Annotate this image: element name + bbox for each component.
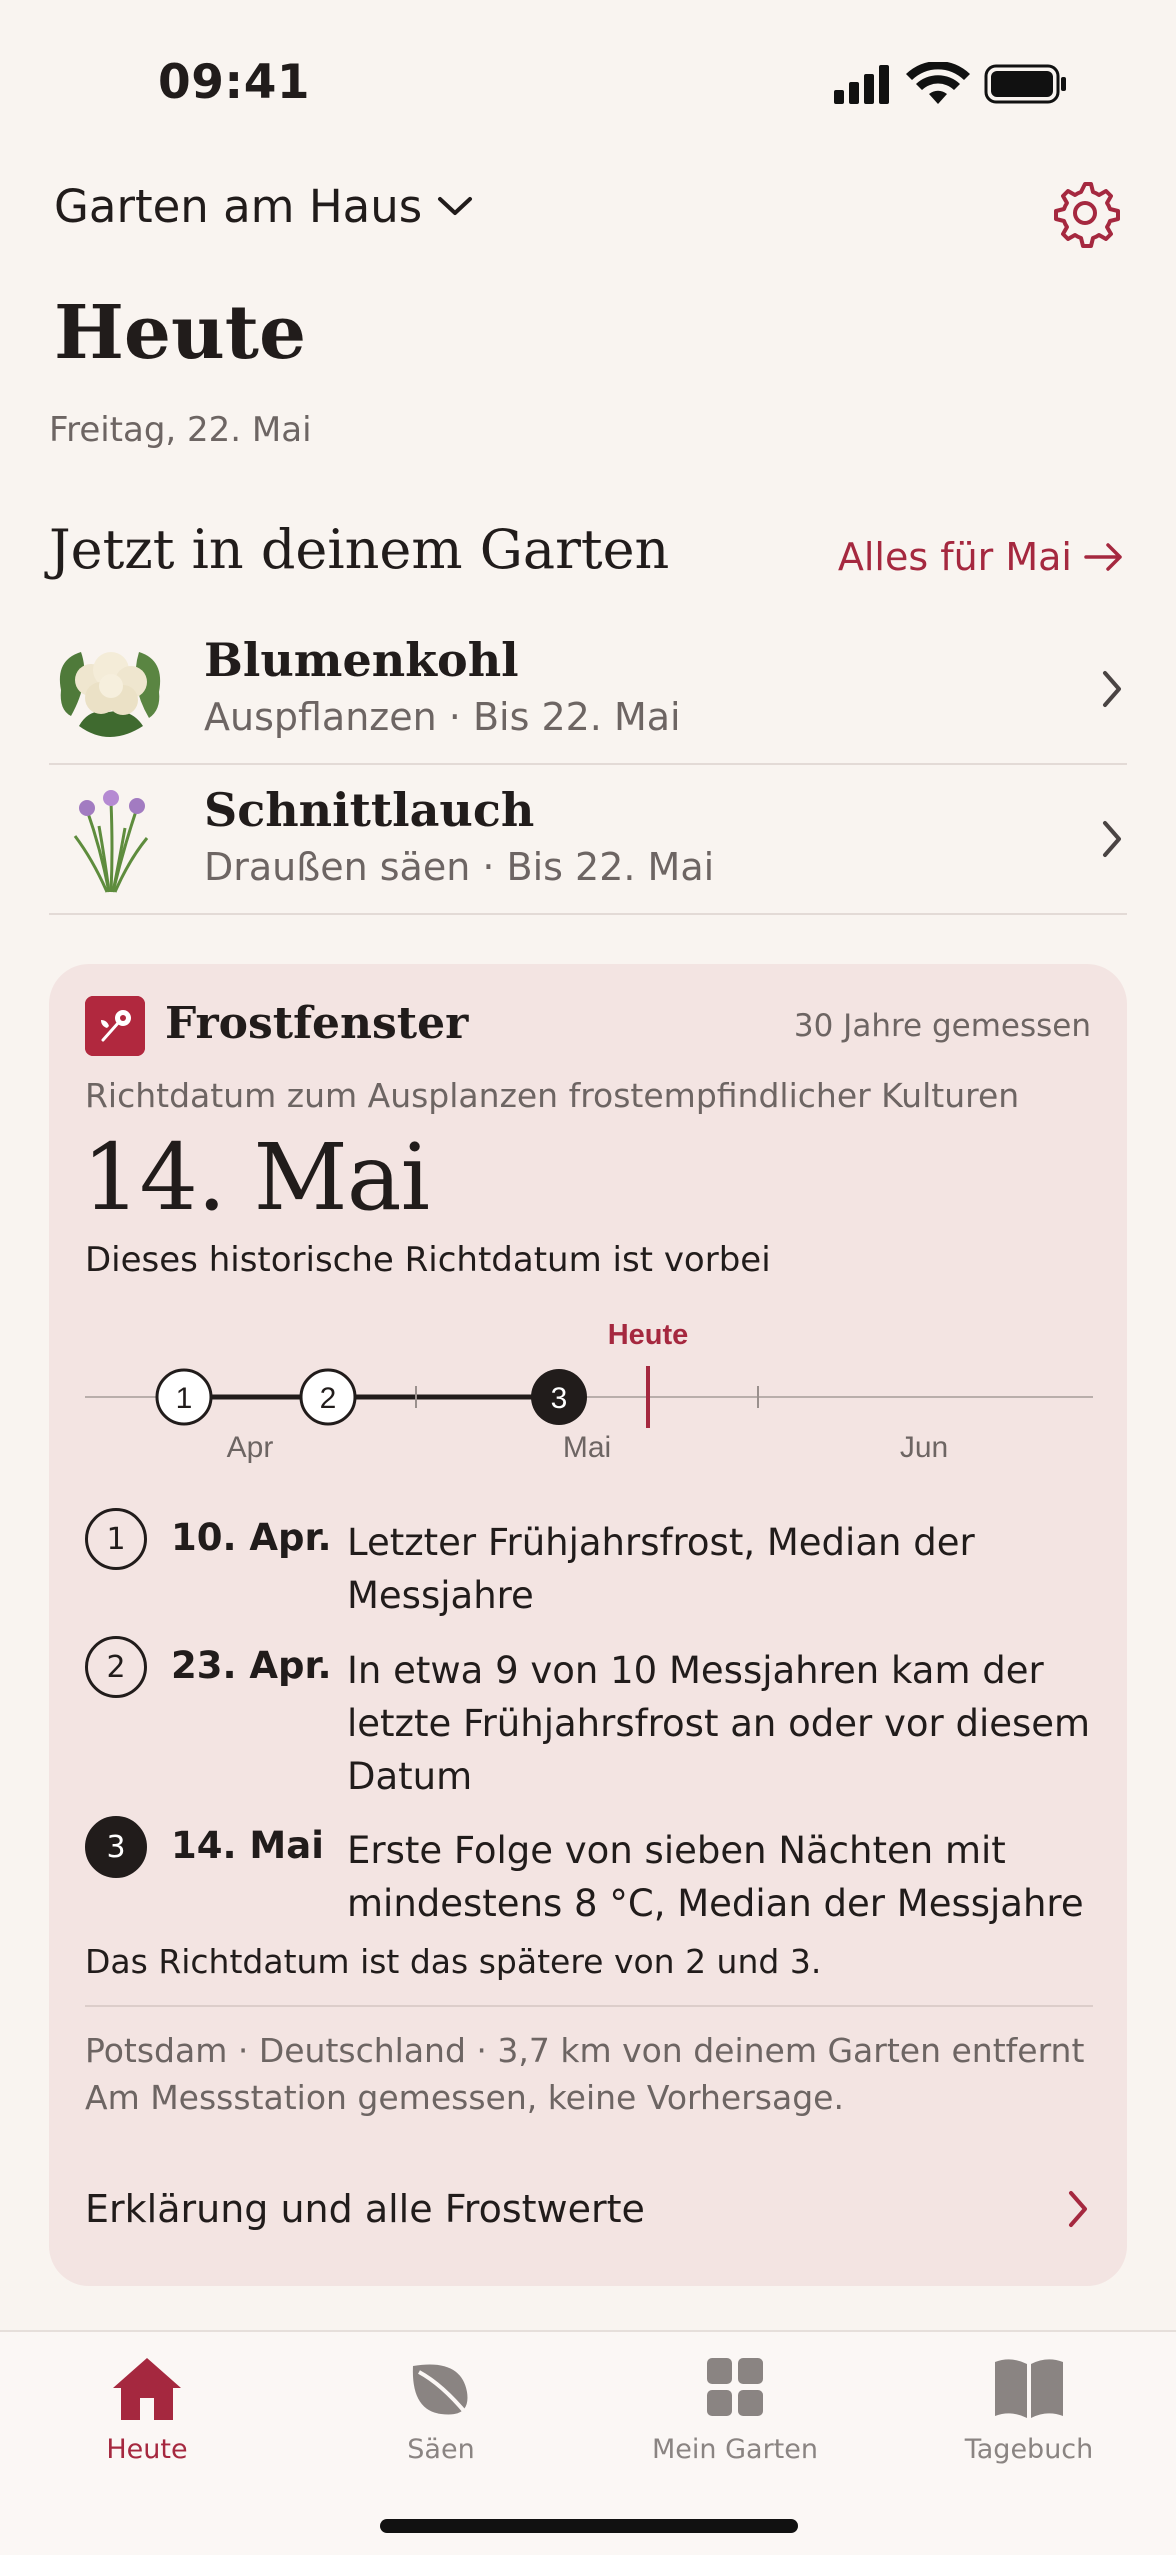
cauliflower-icon [59,652,161,737]
status-icons [834,62,1066,104]
crop-detail: Auspflanzen · Bis 22. Mai [204,695,681,739]
month-label-jun: Jun [900,1431,948,1464]
seedling-icon [85,996,145,1056]
tab-heute[interactable]: Heute [0,2352,294,2465]
svg-text:2: 2 [320,1382,337,1415]
garden-selector[interactable]: Garten am Haus [54,180,474,233]
legend-date: 23. Apr. [171,1644,332,1687]
crop-item-schnittlauch[interactable]: Schnittlauch Draußen säen · Bis 22. Mai [49,765,1127,915]
chives-icon [73,790,149,893]
status-bar: 09:41 [0,0,1176,150]
signal-icon [834,65,889,104]
frost-note: Das Richtdatum ist das spätere von 2 und… [85,1942,822,1981]
frost-source: Potsdam · Deutschland · 3,7 km von deine… [85,2027,1084,2121]
book-icon [995,2359,1063,2418]
tab-label: Säen [407,2434,475,2465]
battery-icon [984,64,1066,104]
frost-description: Richtdatum zum Ausplanzen frostempfindli… [85,1076,1020,1115]
chevron-right-icon [1103,821,1121,857]
gear-icon[interactable] [1050,178,1120,248]
frost-years-label: 30 Jahre gemessen [793,1008,1091,1044]
tab-label: Heute [106,2434,188,2465]
frost-explanation-button[interactable]: Erklärung und alle Frostwerte [85,2179,1093,2239]
legend-text: In etwa 9 von 10 Messjahren kam der letz… [347,1649,1091,1798]
legend-number: 2 [85,1636,147,1698]
crop-name: Schnittlauch [204,783,535,837]
frost-target-date: 14. Mai [82,1124,430,1231]
legend-text: Erste Folge von sieben Nächten mit minde… [347,1829,1084,1925]
legend-number: 3 [85,1816,147,1878]
legend-text: Letzter Frühjahrsfrost, Median der Messj… [347,1521,975,1617]
tab-tagebuch[interactable]: Tagebuch [882,2352,1176,2465]
timeline-marker-2: 2 [299,1368,357,1426]
frost-title: Frostfenster [165,998,469,1049]
frost-timeline: Heute 1 2 3 Apr Mai Jun [85,1319,1093,1464]
timeline-marker-3: 3 [531,1369,587,1425]
svg-text:3: 3 [551,1382,568,1415]
tab-label: Tagebuch [964,2434,1094,2465]
crop-name: Blumenkohl [204,633,519,687]
today-label: Heute [608,1319,689,1351]
legend-date: 14. Mai [171,1824,324,1867]
tab-mein-garten[interactable]: Mein Garten [588,2352,882,2465]
tab-label: Mein Garten [652,2434,818,2465]
all-for-month-link[interactable]: Alles für Mai [838,535,1124,579]
month-label-mai: Mai [563,1431,611,1464]
wifi-icon [906,62,970,104]
crop-text: Blumenkohl Auspflanzen · Bis 22. Mai [204,633,681,739]
frost-window-card: Frostfenster 30 Jahre gemessen Richtdatu… [49,964,1127,2286]
home-indicator [380,2519,798,2533]
leaf-icon [412,2364,475,2424]
chevron-down-icon [438,196,473,215]
page-date: Freitag, 22. Mai [49,410,312,450]
section-title: Jetzt in deinem Garten [49,518,670,581]
crop-detail: Draußen säen · Bis 22. Mai [204,845,715,889]
all-for-month-label: Alles für Mai [837,535,1072,579]
house-icon [113,2358,181,2420]
tab-saeen[interactable]: Säen [294,2352,588,2465]
frost-status: Dieses historische Richtdatum ist vorbei [85,1240,771,1280]
frost-source-location: Potsdam · Deutschland · 3,7 km von deine… [85,2031,1085,2070]
crop-text: Schnittlauch Draußen säen · Bis 22. Mai [204,783,714,889]
status-time: 09:41 [158,55,311,110]
chevron-right-icon [1069,2191,1087,2227]
timeline-marker-1: 1 [155,1368,213,1426]
legend-date: 10. Apr. [171,1516,332,1559]
month-label-apr: Apr [227,1431,274,1464]
chevron-right-icon [1103,671,1121,707]
arrow-right-icon [1084,543,1122,571]
legend-number: 1 [85,1508,147,1570]
frost-source-disclaimer: Am Messstation gemessen, keine Vorhersag… [85,2078,844,2117]
page-title: Heute [54,290,307,376]
crop-item-blumenkohl[interactable]: Blumenkohl Auspflanzen · Bis 22. Mai [49,615,1127,765]
frost-explanation-label: Erklärung und alle Frostwerte [85,2187,645,2231]
garden-name: Garten am Haus [54,180,423,233]
grid-icon [707,2358,763,2416]
divider [85,2005,1093,2007]
svg-text:1: 1 [176,1382,193,1415]
